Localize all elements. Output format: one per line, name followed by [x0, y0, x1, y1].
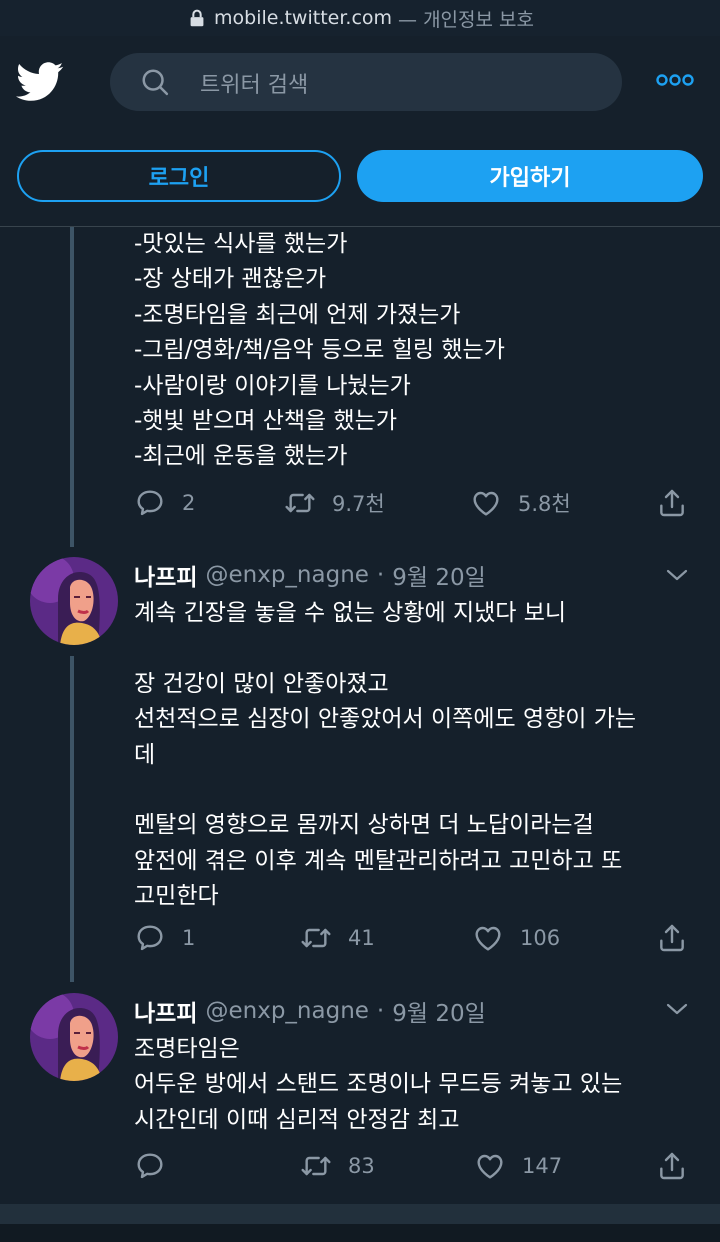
separator-dot: · [376, 562, 385, 588]
reply-button[interactable]: 1 [134, 922, 195, 954]
retweet-button[interactable]: 41 [300, 922, 375, 954]
reply-count: 2 [182, 491, 196, 515]
privacy-note: — 개인정보 보호 [398, 8, 534, 31]
retweet-button[interactable]: 9.7천 [284, 487, 385, 519]
share-icon [656, 487, 688, 519]
tweet-date[interactable]: 9월 20일 [392, 994, 486, 1028]
bottom-edge [0, 1224, 720, 1242]
twitter-bird-icon[interactable] [16, 62, 64, 102]
avatar[interactable] [30, 993, 118, 1081]
user-handle[interactable]: @enxp_nagne [205, 998, 368, 1024]
reply-button[interactable] [134, 1150, 182, 1182]
retweet-count: 83 [348, 1154, 375, 1178]
reply-count: 1 [182, 926, 196, 950]
like-button[interactable]: 147 [474, 1150, 562, 1182]
browser-url-bar[interactable]: mobile.twitter.com — 개인정보 보호 [0, 0, 720, 36]
search-placeholder: 트위터 검색 [200, 73, 309, 98]
tweet-text: 계속 긴장을 놓을 수 없는 상황에 지냈다 보니 장 건강이 많이 안좋아졌고… [134, 600, 637, 910]
like-button[interactable]: 5.8천 [470, 487, 571, 519]
tweet-actions: 2 9.7천 5.8천 [134, 487, 694, 527]
reply-icon [134, 1150, 166, 1182]
tweet-text: -맛있는 식사를 했는가 -장 상태가 괜찮은가 -조명타임을 최근에 언제 가… [134, 231, 505, 470]
search-input[interactable]: 트위터 검색 [110, 53, 622, 111]
tweet-header: 나프피 @enxp_nagne · 9월 20일 [134, 558, 486, 592]
search-icon [142, 69, 169, 96]
share-button[interactable] [656, 922, 704, 954]
url-domain: mobile.twitter.com [214, 7, 393, 29]
display-name[interactable]: 나프피 [134, 558, 197, 592]
thread-line [70, 227, 74, 547]
retweet-count: 9.7천 [332, 492, 385, 516]
share-icon [656, 1150, 688, 1182]
display-name[interactable]: 나프피 [134, 994, 197, 1028]
tweet-text: 조명타임은 어두운 방에서 스탠드 조명이나 무드등 켜놓고 있는 시간인데 이… [134, 1036, 623, 1133]
retweet-icon [300, 1150, 332, 1182]
tweet-actions: 83 147 [134, 1150, 694, 1190]
reply-icon [134, 487, 166, 519]
more-options-icon[interactable] [656, 72, 694, 88]
retweet-icon [284, 487, 316, 519]
heart-icon [470, 487, 502, 519]
like-count: 106 [520, 926, 561, 950]
top-bar: 트위터 검색 [0, 36, 720, 130]
tweet-date[interactable]: 9월 20일 [392, 558, 486, 592]
tweet-actions: 1 41 106 [134, 922, 694, 962]
like-count: 147 [522, 1154, 563, 1178]
like-button[interactable]: 106 [472, 922, 560, 954]
thread-line [70, 656, 74, 982]
lock-icon [190, 9, 204, 27]
chevron-down-icon[interactable] [664, 1000, 690, 1018]
share-button[interactable] [656, 487, 704, 519]
avatar[interactable] [30, 557, 118, 645]
user-handle[interactable]: @enxp_nagne [205, 562, 368, 588]
login-button[interactable]: 로그인 [17, 150, 341, 202]
retweet-icon [300, 922, 332, 954]
signup-button[interactable]: 가입하기 [357, 150, 703, 202]
tweet-header: 나프피 @enxp_nagne · 9월 20일 [134, 994, 486, 1028]
bottom-bar [0, 1204, 720, 1224]
reply-button[interactable]: 2 [134, 487, 195, 519]
like-count: 5.8천 [518, 492, 571, 516]
separator-dot: · [376, 998, 385, 1024]
share-button[interactable] [656, 1150, 704, 1182]
retweet-count: 41 [348, 926, 375, 950]
auth-row: 로그인 가입하기 [0, 130, 720, 227]
share-icon [656, 922, 688, 954]
heart-icon [474, 1150, 506, 1182]
chevron-down-icon[interactable] [664, 566, 690, 584]
heart-icon [472, 922, 504, 954]
reply-icon [134, 922, 166, 954]
retweet-button[interactable]: 83 [300, 1150, 375, 1182]
